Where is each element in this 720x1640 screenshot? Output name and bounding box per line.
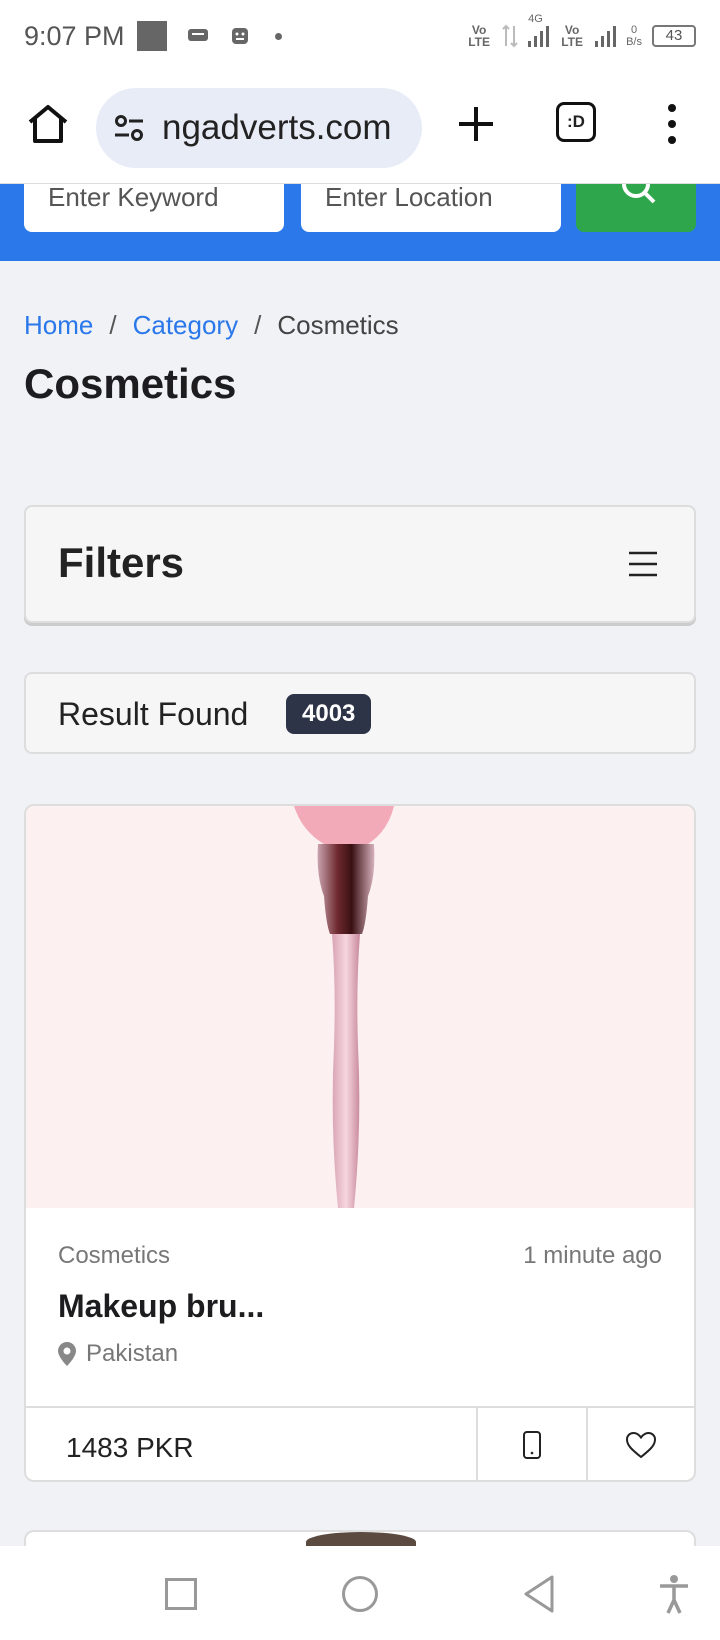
breadcrumb-separator: / [254, 310, 262, 340]
favorite-button[interactable] [588, 1408, 694, 1480]
breadcrumb-home[interactable]: Home [24, 310, 93, 341]
status-time: 9:07 PM [24, 20, 125, 51]
status-bar: 9:07 PM Vo LTE 4G Vo LTE 0 B/s 43 [0, 0, 720, 72]
more-notifications-dot [274, 32, 282, 40]
network-type: 4G [528, 13, 543, 25]
listing-image[interactable] [26, 806, 694, 1208]
call-button[interactable] [478, 1408, 588, 1480]
signal-bars-1-icon [528, 25, 550, 47]
breadcrumb: Home / Category / Cosmetics [24, 310, 399, 341]
chat-bot-icon [231, 28, 248, 44]
search-button[interactable] [576, 184, 696, 232]
accessibility-icon[interactable] [658, 1574, 690, 1614]
system-nav-bar [0, 1546, 720, 1640]
listing-time: 1 minute ago [523, 1242, 662, 1269]
listing-footer: 1483 PKR [26, 1406, 694, 1480]
listing-category: Cosmetics [58, 1242, 171, 1269]
listing-location: Pakistan [58, 1340, 178, 1368]
heart-icon [625, 1431, 657, 1459]
listing-location-text: Pakistan [86, 1340, 179, 1367]
listing-title[interactable]: Makeup bru... [58, 1288, 264, 1325]
net-speed-unit: B/s [626, 36, 642, 48]
status-indicators: Vo LTE 4G Vo LTE 0 B/s 43 [466, 13, 696, 49]
phone-icon [523, 1431, 541, 1459]
search-icon [622, 184, 656, 204]
search-strip: Enter Keyword Enter Location [0, 184, 720, 261]
message-icon [187, 29, 208, 41]
hamburger-menu-icon[interactable] [628, 551, 658, 577]
site-settings-icon[interactable] [112, 111, 146, 145]
page-title: Cosmetics [24, 360, 237, 407]
volte-indicator-1: Vo LTE [468, 23, 490, 49]
breadcrumb-category[interactable]: Category [133, 310, 239, 341]
home-icon[interactable] [26, 102, 70, 146]
location-pin-icon [58, 1342, 76, 1366]
breadcrumb-current: Cosmetics [277, 310, 399, 340]
results-summary: Result Found 4003 [24, 672, 696, 754]
signal-bars-2-icon [595, 25, 617, 47]
listing-card[interactable]: Cosmetics 1 minute ago Makeup bru... Pak… [24, 804, 696, 1482]
breadcrumb-separator: / [109, 310, 117, 340]
new-tab-icon[interactable] [456, 104, 496, 144]
back-icon[interactable] [522, 1574, 556, 1614]
results-count-badge: 4003 [286, 694, 372, 734]
recent-apps-icon[interactable] [165, 1578, 197, 1610]
more-options-icon[interactable] [660, 102, 684, 146]
address-bar[interactable]: ngadverts.com [96, 88, 422, 168]
net-speed-value: 0 [630, 24, 638, 36]
data-arrows-icon [502, 24, 518, 48]
battery-icon: 43 [652, 25, 696, 47]
filters-title: Filters [58, 539, 185, 586]
listing-price: 1483 PKR [26, 1408, 478, 1480]
volte-indicator-2: Vo LTE [561, 23, 583, 49]
browser-toolbar: ngadverts.com :D [0, 72, 720, 184]
results-label: Result Found [58, 696, 249, 732]
tab-switcher-button[interactable]: :D [556, 102, 596, 142]
notification-app-icon [136, 21, 167, 51]
signal-4g: 4G [528, 13, 550, 47]
home-circle-icon[interactable] [342, 1576, 378, 1612]
keyword-input[interactable]: Enter Keyword [24, 184, 284, 232]
makeup-brush-image [294, 806, 394, 1208]
battery-level: 43 [665, 27, 683, 44]
filters-panel[interactable]: Filters [24, 505, 696, 623]
net-speed: 0 B/s [626, 24, 642, 48]
url-text: ngadverts.com [162, 108, 392, 147]
location-input[interactable]: Enter Location [301, 184, 561, 232]
